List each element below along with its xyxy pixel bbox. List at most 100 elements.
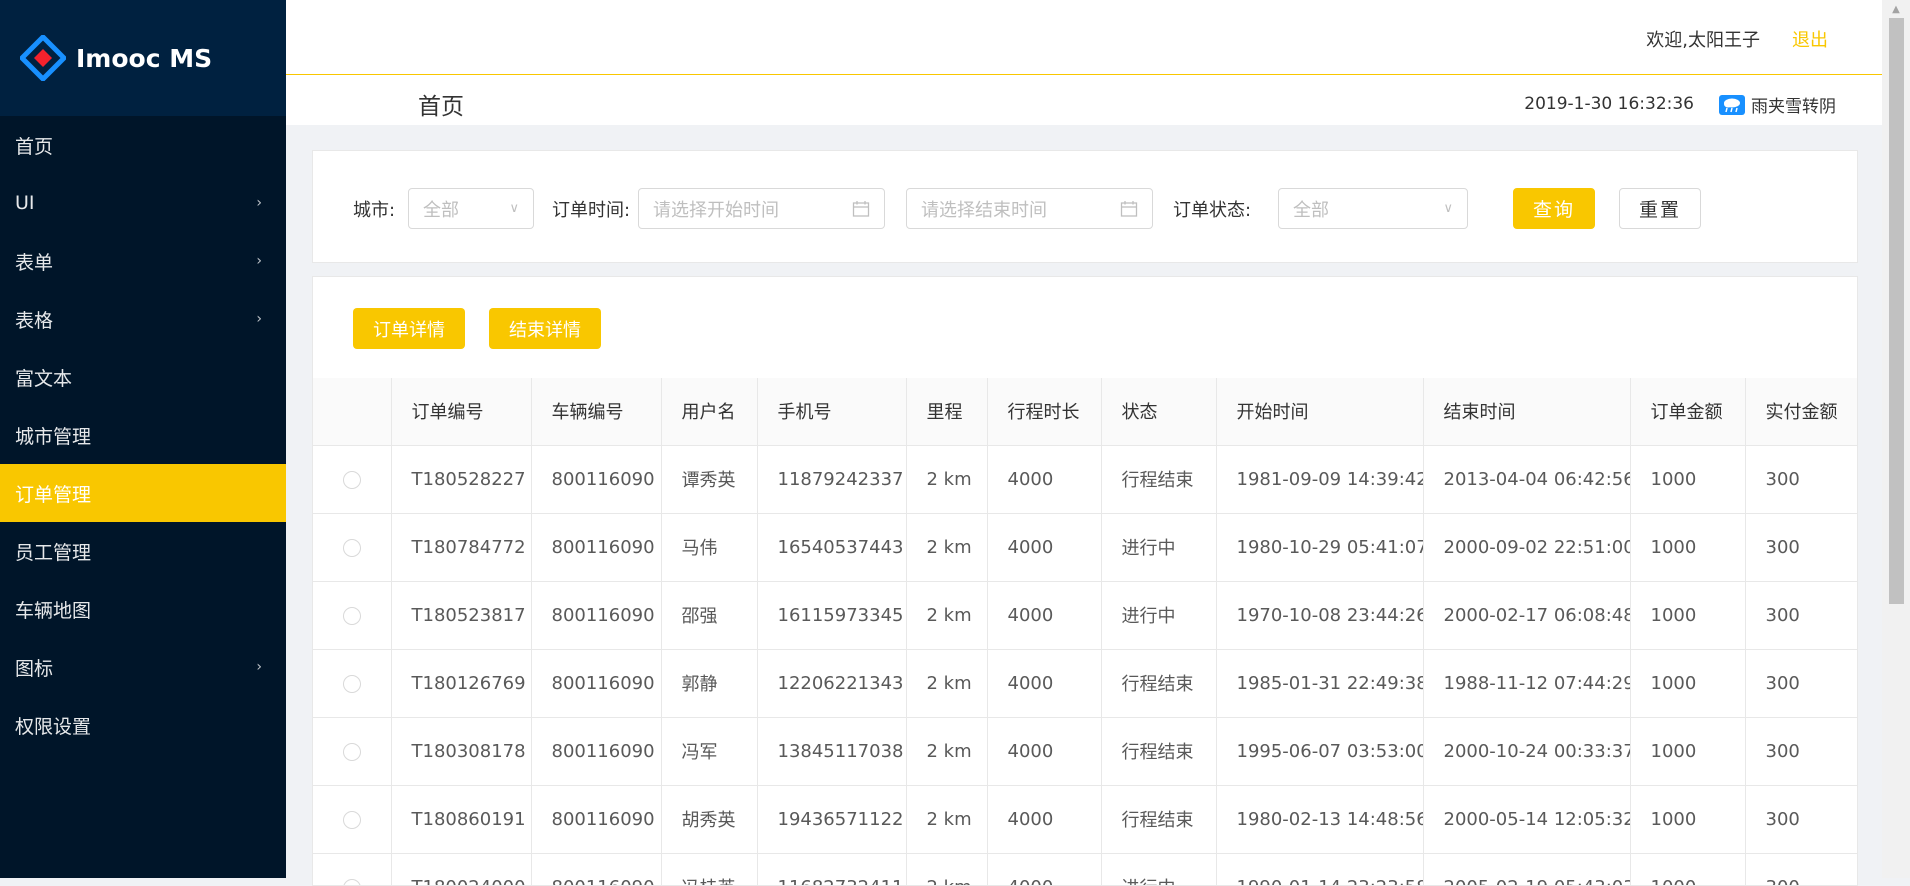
table-cell: T180523817 [391, 581, 531, 649]
table-cell: 1000 [1630, 717, 1745, 785]
table-row[interactable]: T180308178800116090冯军138451170382 km4000… [313, 717, 1858, 785]
row-select-cell [313, 853, 391, 886]
sidebar-item[interactable]: 员工管理 [0, 522, 286, 580]
sidebar-item[interactable]: 表格› [0, 290, 286, 348]
scrollbar[interactable]: ▲ [1882, 0, 1910, 878]
sidebar-item[interactable]: 富文本 [0, 348, 286, 406]
brand[interactable]: Imooc MS [0, 0, 286, 116]
end-time-picker[interactable]: 请选择结束时间 [906, 188, 1153, 229]
table-cell: T180308178 [391, 717, 531, 785]
table-cell: 1981-09-09 14:39:42 [1216, 445, 1423, 513]
weather-text: 雨夹雪转阴 [1751, 92, 1836, 117]
row-radio[interactable] [343, 811, 361, 829]
table-cell: 4000 [987, 513, 1101, 581]
start-time-picker[interactable]: 请选择开始时间 [638, 188, 885, 229]
table-cell: 行程结束 [1101, 649, 1216, 717]
table-cell: 1000 [1630, 581, 1745, 649]
table-cell: 16540537443 [757, 513, 906, 581]
table-cell: 冯军 [661, 717, 757, 785]
table-cell: T180024000 [391, 853, 531, 886]
order-status-select[interactable]: 全部 ∨ [1278, 188, 1468, 229]
table-cell: 行程结束 [1101, 445, 1216, 513]
column-header: 结束时间 [1423, 378, 1630, 445]
table-header-row: 订单编号车辆编号用户名手机号里程行程时长状态开始时间结束时间订单金额实付金额 [313, 378, 1858, 445]
table-cell: 4000 [987, 581, 1101, 649]
table-cell: 2000-10-24 00:33:37 [1423, 717, 1630, 785]
row-radio[interactable] [343, 607, 361, 625]
order-table: 订单编号车辆编号用户名手机号里程行程时长状态开始时间结束时间订单金额实付金额 T… [313, 378, 1858, 886]
table-row[interactable]: T180523817800116090邵强161159733452 km4000… [313, 581, 1858, 649]
city-select[interactable]: 全部 ∨ [408, 188, 534, 229]
sidebar-item[interactable]: 首页 [0, 116, 286, 174]
sidebar-item[interactable]: 图标› [0, 638, 286, 696]
sidebar-item[interactable]: 权限设置 [0, 696, 286, 754]
order-status-value: 全部 [1293, 196, 1329, 222]
table-cell: 2 km [906, 581, 987, 649]
table-cell: 1988-11-12 07:44:29 [1423, 649, 1630, 717]
reset-button[interactable]: 重置 [1619, 188, 1701, 229]
table-row[interactable]: T180126769800116090郭静122062213432 km4000… [313, 649, 1858, 717]
table-cell: 13845117038 [757, 717, 906, 785]
table-cell: 邵强 [661, 581, 757, 649]
table-cell: 4000 [987, 445, 1101, 513]
chevron-right-icon: › [256, 253, 262, 269]
chevron-right-icon: › [256, 659, 262, 675]
table-cell: T180860191 [391, 785, 531, 853]
column-header: 手机号 [757, 378, 906, 445]
table-cell: 1995-06-07 03:53:00 [1216, 717, 1423, 785]
table-cell: 11879242337 [757, 445, 906, 513]
table-cell: 300 [1745, 785, 1858, 853]
table-cell: 2 km [906, 513, 987, 581]
table-cell: 2000-02-17 06:08:48 [1423, 581, 1630, 649]
row-radio[interactable] [343, 879, 361, 886]
table-cell: 1980-02-13 14:48:56 [1216, 785, 1423, 853]
row-radio[interactable] [343, 471, 361, 489]
table-cell: 300 [1745, 853, 1858, 886]
table-cell: 1990-01-14 23:23:58 [1216, 853, 1423, 886]
sidebar-item-label: 员工管理 [15, 538, 91, 565]
sidebar-item-label: 权限设置 [15, 712, 91, 739]
order-table-card: 订单详情 结束详情 订单编号车辆编号用户名手机号里程行程时长状态开始时间结束时间… [312, 276, 1858, 886]
table-cell: 4000 [987, 649, 1101, 717]
table-cell: 4000 [987, 853, 1101, 886]
row-radio[interactable] [343, 743, 361, 761]
table-row[interactable]: T180528227800116090谭秀英118792423372 km400… [313, 445, 1858, 513]
row-radio[interactable] [343, 539, 361, 557]
table-cell: 郭静 [661, 649, 757, 717]
table-cell: 300 [1745, 649, 1858, 717]
table-row[interactable]: T180784772800116090马伟165405374432 km4000… [313, 513, 1858, 581]
table-cell: 1000 [1630, 785, 1745, 853]
table-cell: 4000 [987, 717, 1101, 785]
city-select-value: 全部 [423, 196, 459, 222]
table-cell: 800116090 [531, 785, 661, 853]
scroll-up-arrow[interactable]: ▲ [1882, 0, 1910, 18]
table-cell: 进行中 [1101, 513, 1216, 581]
sidebar-item[interactable]: 车辆地图 [0, 580, 286, 638]
order-detail-button[interactable]: 订单详情 [353, 308, 465, 349]
column-header: 行程时长 [987, 378, 1101, 445]
sidebar-item[interactable]: 订单管理 [0, 464, 286, 522]
sidebar-item[interactable]: UI› [0, 174, 286, 232]
table-row[interactable]: T180860191800116090胡秀英194365711222 km400… [313, 785, 1858, 853]
table-cell: 2 km [906, 853, 987, 886]
table-cell: 300 [1745, 445, 1858, 513]
sidebar-item-label: 首页 [15, 132, 53, 159]
sidebar-item-label: 订单管理 [15, 480, 91, 507]
start-time-placeholder: 请选择开始时间 [653, 196, 779, 222]
table-cell: 1000 [1630, 649, 1745, 717]
sidebar-item[interactable]: 城市管理 [0, 406, 286, 464]
table-row[interactable]: T180024000800116090冯桂英116827324112 km400… [313, 853, 1858, 886]
sleet-cloud-icon [1719, 95, 1745, 115]
sidebar-item[interactable]: 表单 › [0, 232, 286, 290]
query-button[interactable]: 查询 [1513, 188, 1595, 229]
table-cell: 12206221343 [757, 649, 906, 717]
end-detail-button[interactable]: 结束详情 [489, 308, 601, 349]
logout-link[interactable]: 退出 [1792, 26, 1828, 52]
chevron-right-icon: › [256, 311, 262, 327]
row-radio[interactable] [343, 675, 361, 693]
sidebar-item-label: 表单 [15, 248, 53, 275]
scroll-thumb[interactable] [1889, 18, 1904, 604]
table-cell: 2 km [906, 445, 987, 513]
table-cell: 2 km [906, 785, 987, 853]
table-cell: 行程结束 [1101, 717, 1216, 785]
